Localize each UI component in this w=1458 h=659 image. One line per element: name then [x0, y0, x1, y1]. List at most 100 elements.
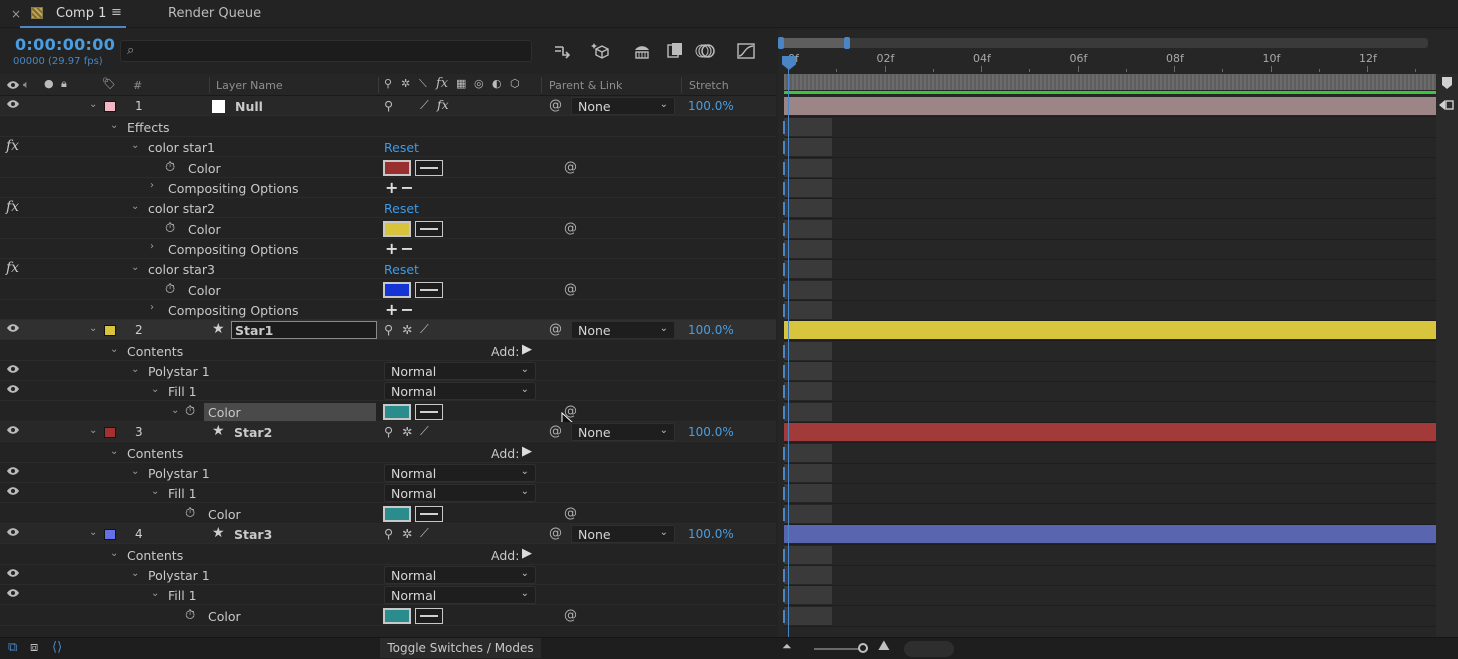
eyedropper-button[interactable] — [415, 160, 443, 176]
effects-label[interactable]: Effects — [127, 120, 170, 135]
reset-link[interactable]: Reset — [384, 201, 419, 216]
stretch-value[interactable]: 100.0% — [688, 323, 734, 337]
polystar-label[interactable]: Polystar 1 — [148, 364, 210, 379]
fx-icon[interactable]: fx — [6, 260, 19, 276]
layer-name[interactable]: Star3 — [234, 527, 272, 542]
compositing-options-row[interactable]: › Compositing Options +− — [0, 239, 776, 259]
pick-whip-icon[interactable]: @ — [549, 322, 562, 337]
chevron-down-icon[interactable]: ⌄ — [131, 364, 139, 375]
property-track[interactable] — [784, 220, 832, 238]
layer-duration-bar[interactable] — [784, 525, 1436, 543]
property-track[interactable] — [784, 179, 832, 197]
add-menu-button[interactable]: ▶︎ — [522, 342, 532, 357]
time-navigator-range[interactable] — [780, 38, 846, 48]
timeline-scrollbar[interactable] — [1436, 74, 1458, 659]
layer-name-header[interactable]: Layer Name — [216, 79, 283, 92]
chevron-down-icon[interactable]: ⌄ — [131, 140, 139, 151]
contents-label[interactable]: Contents — [127, 548, 183, 563]
compositing-options-label[interactable]: Compositing Options — [168, 181, 299, 196]
adjustment-layer-switch-icon[interactable]: ◐ — [492, 77, 502, 90]
stretch-value[interactable]: 100.0% — [688, 99, 734, 113]
polystar-row[interactable]: ⌄ Polystar 1 Normal ⌄ — [0, 361, 776, 381]
contents-row[interactable]: ⌄ Contents Add: ▶︎ — [0, 341, 776, 361]
zoom-in-icon[interactable]: ⛰︎ — [878, 638, 890, 654]
fill-color-row[interactable]: ⏱︎ Color @ — [0, 504, 776, 524]
pick-whip-icon[interactable]: @ — [564, 608, 577, 623]
fx-icon[interactable]: fx — [6, 199, 19, 215]
effect-row-color-star1[interactable]: fx ⌄ color star1 Reset — [0, 137, 776, 157]
color-swatch[interactable] — [383, 160, 411, 176]
label-color-swatch[interactable] — [104, 529, 116, 540]
add-remove-mask-buttons[interactable]: +− — [385, 239, 416, 258]
collapse-switch-icon[interactable]: ✲ — [402, 526, 412, 541]
zoom-scroll-pill[interactable] — [904, 641, 954, 657]
audio-icon[interactable]: 🔈︎ — [23, 78, 30, 92]
blend-mode-dropdown[interactable]: Normal ⌄ — [384, 484, 536, 502]
draft-3d-icon[interactable] — [590, 40, 612, 62]
fill-label[interactable]: Fill 1 — [168, 486, 197, 501]
motion-blur-switch-icon[interactable]: ◎ — [474, 77, 484, 90]
property-track[interactable] — [784, 260, 832, 278]
stretch-value[interactable]: 100.0% — [688, 527, 734, 541]
effect-switch-icon[interactable]: fx — [437, 97, 449, 112]
add-menu-button[interactable]: ▶︎ — [522, 546, 532, 561]
color-swatch[interactable] — [383, 506, 411, 522]
property-track[interactable] — [784, 607, 832, 625]
zoom-slider-knob[interactable] — [858, 643, 868, 653]
time-navigator-end-handle[interactable] — [844, 37, 850, 49]
property-track[interactable] — [784, 159, 832, 177]
parent-dropdown[interactable]: None ⌄ — [571, 321, 675, 339]
chevron-down-icon[interactable]: ⌄ — [110, 120, 118, 131]
property-name[interactable]: Color — [208, 609, 241, 624]
layer-name-edit-field[interactable]: Star1 — [231, 321, 377, 339]
stretch-value[interactable]: 100.0% — [688, 425, 734, 439]
compositing-options-row[interactable]: › Compositing Options +− — [0, 300, 776, 320]
eye-icon[interactable] — [6, 364, 20, 374]
label-color-swatch[interactable] — [104, 427, 116, 438]
chevron-down-icon[interactable]: ⌄ — [151, 486, 159, 497]
eye-icon[interactable] — [6, 466, 20, 476]
parent-dropdown[interactable]: None ⌄ — [571, 525, 675, 543]
label-tag-icon[interactable]: 🏷︎ — [102, 77, 116, 90]
compositing-options-row[interactable]: › Compositing Options +− — [0, 178, 776, 198]
stopwatch-icon[interactable]: ⏱︎ — [185, 404, 195, 419]
property-track[interactable] — [784, 301, 832, 319]
quality-switch-icon[interactable]: ⟋ — [420, 321, 429, 337]
property-track[interactable] — [784, 444, 832, 462]
shy-switch-icon[interactable]: ⚲ — [384, 322, 393, 337]
toggle-switches-modes-button[interactable]: Toggle Switches / Modes — [380, 638, 541, 658]
blend-mode-dropdown[interactable]: Normal ⌄ — [384, 566, 536, 584]
color-swatch[interactable] — [383, 608, 411, 624]
chevron-down-icon[interactable]: ⌄ — [89, 99, 97, 110]
composition-mini-flowchart-icon[interactable] — [552, 40, 574, 62]
layer-duration-bar[interactable] — [784, 321, 1436, 339]
chevron-down-icon[interactable]: ⌄ — [110, 446, 118, 457]
property-track[interactable] — [784, 362, 832, 380]
chevron-down-icon[interactable]: ⌄ — [151, 384, 159, 395]
layer-row-star3[interactable]: ⌄ 4 ★ Star3 ⚲ ✲ ⟋ @ None ⌄ 100.0% — [0, 524, 776, 544]
chevron-down-icon[interactable]: ⌄ — [131, 201, 139, 212]
panel-menu-icon[interactable]: ≡ — [111, 5, 122, 20]
eye-icon[interactable] — [6, 588, 20, 598]
hide-shy-layers-icon[interactable] — [631, 40, 653, 62]
color-swatch[interactable] — [383, 282, 411, 298]
effects-group-row[interactable]: ⌄ Effects — [0, 117, 776, 137]
fill-label[interactable]: Fill 1 — [168, 588, 197, 603]
contents-label[interactable]: Contents — [127, 446, 183, 461]
pick-whip-icon[interactable]: @ — [564, 282, 577, 297]
eye-icon[interactable] — [6, 323, 20, 333]
lock-icon[interactable]: 🔒︎ — [61, 77, 67, 91]
eye-icon[interactable] — [6, 486, 20, 496]
collapse-switch-icon[interactable]: ✲ — [402, 322, 412, 337]
pick-whip-icon[interactable]: @ — [564, 160, 577, 175]
property-name[interactable]: Color — [208, 405, 241, 420]
property-track[interactable] — [784, 566, 832, 584]
time-navigator-start-handle[interactable] — [778, 37, 784, 49]
add-remove-mask-buttons[interactable]: +− — [385, 300, 416, 319]
search-input[interactable]: ⌕ — [120, 40, 532, 62]
stopwatch-icon[interactable]: ⏱︎ — [165, 282, 175, 297]
shy-switch-icon[interactable]: ⚲ — [384, 526, 393, 541]
property-name[interactable]: Color — [188, 161, 221, 176]
label-color-swatch[interactable] — [104, 101, 116, 112]
transfer-controls-pane-icon[interactable]: ⧈ — [30, 640, 38, 655]
